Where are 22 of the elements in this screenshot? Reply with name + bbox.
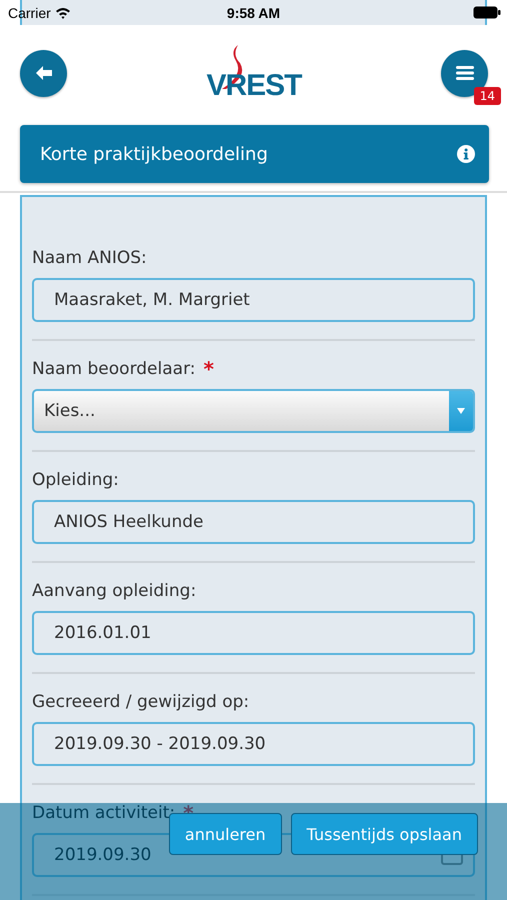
- back-button[interactable]: [20, 50, 67, 96]
- input-field[interactable]: 2016.01.01: [32, 611, 475, 655]
- wifi-icon: [54, 6, 71, 18]
- field-label: Naam ANIOS:: [32, 248, 147, 268]
- logo: VREST: [206, 45, 302, 101]
- field-label: Aanvang opleiding:: [32, 581, 196, 601]
- info-icon[interactable]: [457, 145, 475, 163]
- field-label: Opleiding:: [32, 470, 119, 490]
- input-field[interactable]: 2019.09.30 - 2019.09.30: [32, 722, 475, 766]
- field-label: Gecreeerd / gewijzigd op:: [32, 692, 250, 712]
- arrow-left-icon: [34, 65, 52, 81]
- battery-icon: [473, 6, 501, 19]
- input-field[interactable]: ANIOS Heelkunde: [32, 500, 475, 544]
- required-mark: *: [203, 357, 214, 381]
- notification-badge: 14: [474, 86, 501, 104]
- caret-icon: [457, 408, 465, 414]
- input-field[interactable]: Maasraket, M. Margriet: [32, 278, 475, 322]
- field-label: Naam beoordelaar:: [32, 359, 196, 379]
- menu-icon: [456, 66, 474, 80]
- status-time: 9:58 AM: [226, 4, 282, 20]
- select-dropdown[interactable]: Kies...: [32, 389, 475, 433]
- page-title: Korte praktijkbeoordeling: [40, 144, 268, 164]
